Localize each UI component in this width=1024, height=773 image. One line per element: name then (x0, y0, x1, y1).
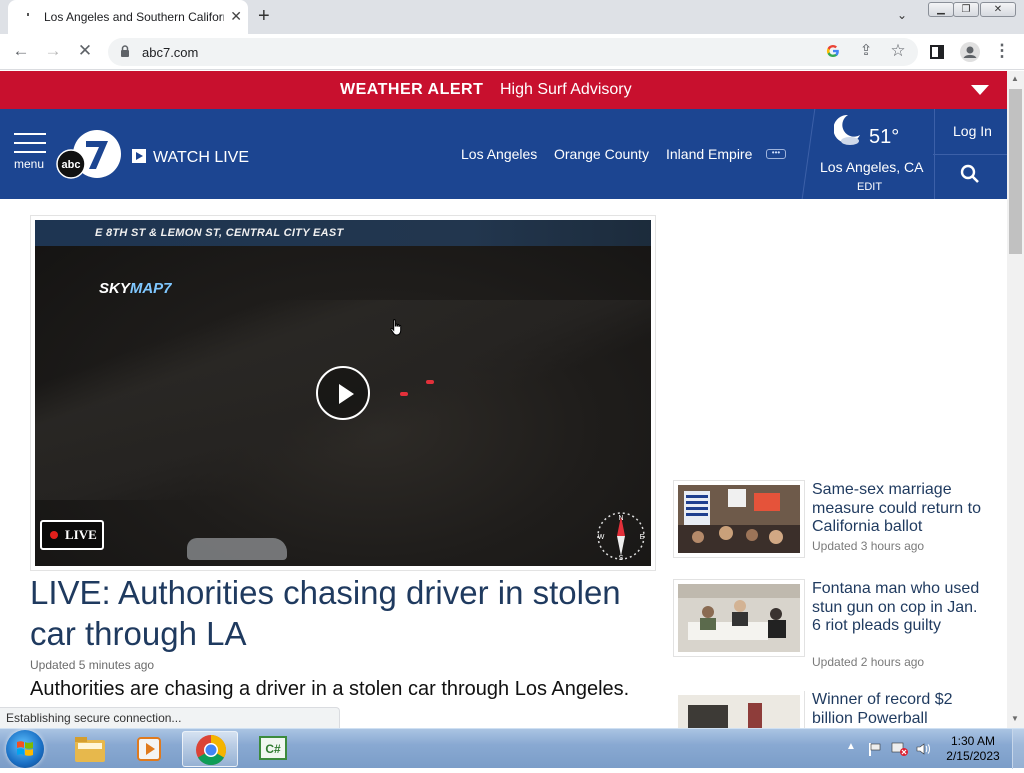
windows-taskbar: C# ▲ 1:30 AM 2/15/2023 (0, 728, 1024, 769)
main-summary[interactable]: Authorities are chasing a driver in a st… (30, 676, 650, 702)
weather-alert-message: High Surf Advisory (500, 81, 632, 98)
video-caption-bar: E 8TH ST & LEMON ST, CENTRAL CITY EAST (35, 220, 651, 246)
story-thumbnail[interactable] (674, 481, 804, 557)
csharp-icon: C# (259, 736, 287, 760)
story-title[interactable]: Winner of record $2 billion Powerball (812, 691, 987, 728)
tab-search-chevron-icon[interactable]: ⌄ (897, 8, 907, 22)
chrome-icon (196, 735, 227, 766)
play-button[interactable] (316, 366, 370, 420)
taskbar-file-explorer[interactable] (62, 731, 118, 767)
browser-toolbar: ← → ✕ abc7.com ⇪ ☆ ⋮ (0, 34, 1024, 70)
main-headline[interactable]: LIVE: Authorities chasing driver in stol… (30, 572, 660, 654)
browser-tab-strip: Los Angeles and Southern California ✕ + … (0, 0, 1024, 34)
side-panel-icon[interactable] (930, 45, 944, 59)
system-clock[interactable]: 1:30 AM 2/15/2023 (940, 734, 1006, 764)
url-text: abc7.com (142, 45, 199, 60)
weather-alert-label: WEATHER ALERT (340, 81, 484, 98)
restore-window-button[interactable]: ❐ (953, 2, 979, 17)
taskbar-media-player[interactable] (122, 731, 178, 767)
abc7-logo[interactable]: abc (56, 129, 122, 181)
lock-icon (121, 45, 129, 57)
google-lens-icon[interactable] (826, 44, 840, 58)
story-title[interactable]: Same-sex marriage measure could return t… (812, 481, 987, 537)
tab-title: Los Angeles and Southern California (44, 10, 224, 24)
address-bar[interactable]: abc7.com (108, 38, 918, 66)
back-arrow-icon[interactable]: ← (10, 41, 32, 61)
story-thumbnail[interactable] (674, 580, 804, 656)
stop-loading-icon[interactable]: ✕ (74, 41, 96, 61)
show-hidden-icons-arrow-icon[interactable]: ▲ (846, 741, 856, 752)
svg-text:N: N (618, 515, 623, 522)
search-icon[interactable] (960, 164, 980, 184)
close-window-button[interactable]: ✕ (980, 2, 1016, 17)
show-desktop-button[interactable] (1012, 729, 1024, 769)
main-updated-time: Updated 5 minutes ago (30, 658, 155, 672)
nav-orange-county[interactable]: Orange County (554, 146, 649, 162)
svg-text:C#: C# (265, 742, 281, 756)
scrollbar-thumb[interactable] (1009, 89, 1022, 254)
volume-icon[interactable] (915, 741, 931, 757)
divider (933, 154, 1007, 155)
svg-text:abc: abc (62, 159, 81, 171)
nav-inland-empire[interactable]: Inland Empire (666, 146, 752, 162)
nav-los-angeles[interactable]: Los Angeles (461, 146, 537, 162)
car-in-video (187, 538, 287, 560)
log-in-link[interactable]: Log In (953, 123, 992, 139)
action-center-flag-icon[interactable] (867, 741, 883, 757)
expand-caret-icon[interactable] (971, 85, 989, 95)
street-caption: E 8TH ST & LEMON ST, CENTRAL CITY EAST (95, 227, 344, 239)
more-nav-ellipsis-icon[interactable]: ••• (766, 149, 786, 159)
browser-status-bubble: Establishing secure connection... (0, 707, 340, 728)
site-header: menu abc WATCH LIVE Los Angeles Orange C… (0, 109, 1007, 199)
windows-start-button[interactable] (6, 730, 44, 768)
svg-text:S: S (619, 555, 624, 562)
tab-close-icon[interactable]: ✕ (230, 8, 242, 25)
story-thumbnail[interactable] (674, 691, 804, 728)
menu-button[interactable]: menu (14, 133, 46, 171)
moon-cloud-weather-icon (834, 114, 860, 145)
page-scrollbar[interactable]: ▲ ▼ (1007, 71, 1024, 728)
edit-location-link[interactable]: EDIT (857, 181, 882, 193)
forward-arrow-icon[interactable]: → (42, 41, 64, 61)
loading-spinner-icon (27, 13, 29, 16)
taskbar-chrome[interactable] (182, 731, 238, 767)
story-title[interactable]: Fontana man who used stun gun on cop in … (812, 580, 987, 636)
browser-tab[interactable]: Los Angeles and Southern California ✕ (8, 0, 248, 34)
hamburger-icon (14, 133, 46, 135)
menu-label: menu (14, 157, 45, 171)
weather-location[interactable]: Los Angeles, CA (820, 159, 924, 175)
story-updated: Updated 2 hours ago (812, 655, 925, 669)
svg-text:W: W (598, 534, 605, 541)
story-card[interactable]: Winner of record $2 billion Powerball (674, 691, 994, 728)
minimize-window-button[interactable]: ▁ (928, 2, 954, 17)
windows-logo-icon (17, 741, 33, 756)
play-square-icon (132, 149, 146, 163)
skymap7-logo: SKYMAP7 (99, 280, 172, 297)
bookmark-star-icon[interactable]: ☆ (887, 41, 909, 61)
divider (801, 109, 816, 199)
new-tab-button[interactable]: + (258, 5, 270, 28)
profile-avatar-icon[interactable] (960, 42, 980, 62)
network-icon[interactable] (891, 741, 909, 757)
watch-live-link[interactable]: WATCH LIVE (132, 149, 249, 167)
story-card[interactable]: Fontana man who used stun gun on cop in … (674, 580, 994, 670)
story-updated: Updated 3 hours ago (812, 539, 925, 553)
clock-time: 1:30 AM (950, 734, 996, 748)
share-icon[interactable]: ⇪ (855, 41, 877, 59)
scroll-up-arrow-icon[interactable]: ▲ (1011, 74, 1019, 83)
compass-icon: N S W E (597, 512, 645, 562)
live-badge: LIVE (40, 520, 104, 550)
story-card[interactable]: Same-sex marriage measure could return t… (674, 481, 994, 561)
hand-cursor-icon (390, 318, 402, 336)
clock-date: 2/15/2023 (946, 749, 1000, 763)
video-player[interactable]: E 8TH ST & LEMON ST, CENTRAL CITY EAST S… (31, 216, 655, 570)
scroll-down-arrow-icon[interactable]: ▼ (1011, 714, 1019, 723)
svg-text:E: E (640, 534, 645, 541)
folder-icon (75, 737, 105, 762)
media-player-icon (137, 737, 161, 761)
kebab-menu-icon[interactable]: ⋮ (991, 41, 1013, 61)
weather-alert-banner[interactable]: WEATHER ALERT High Surf Advisory (0, 71, 1007, 109)
temperature[interactable]: 51° (869, 126, 899, 149)
taskbar-csharp-app[interactable]: C# (246, 731, 302, 767)
